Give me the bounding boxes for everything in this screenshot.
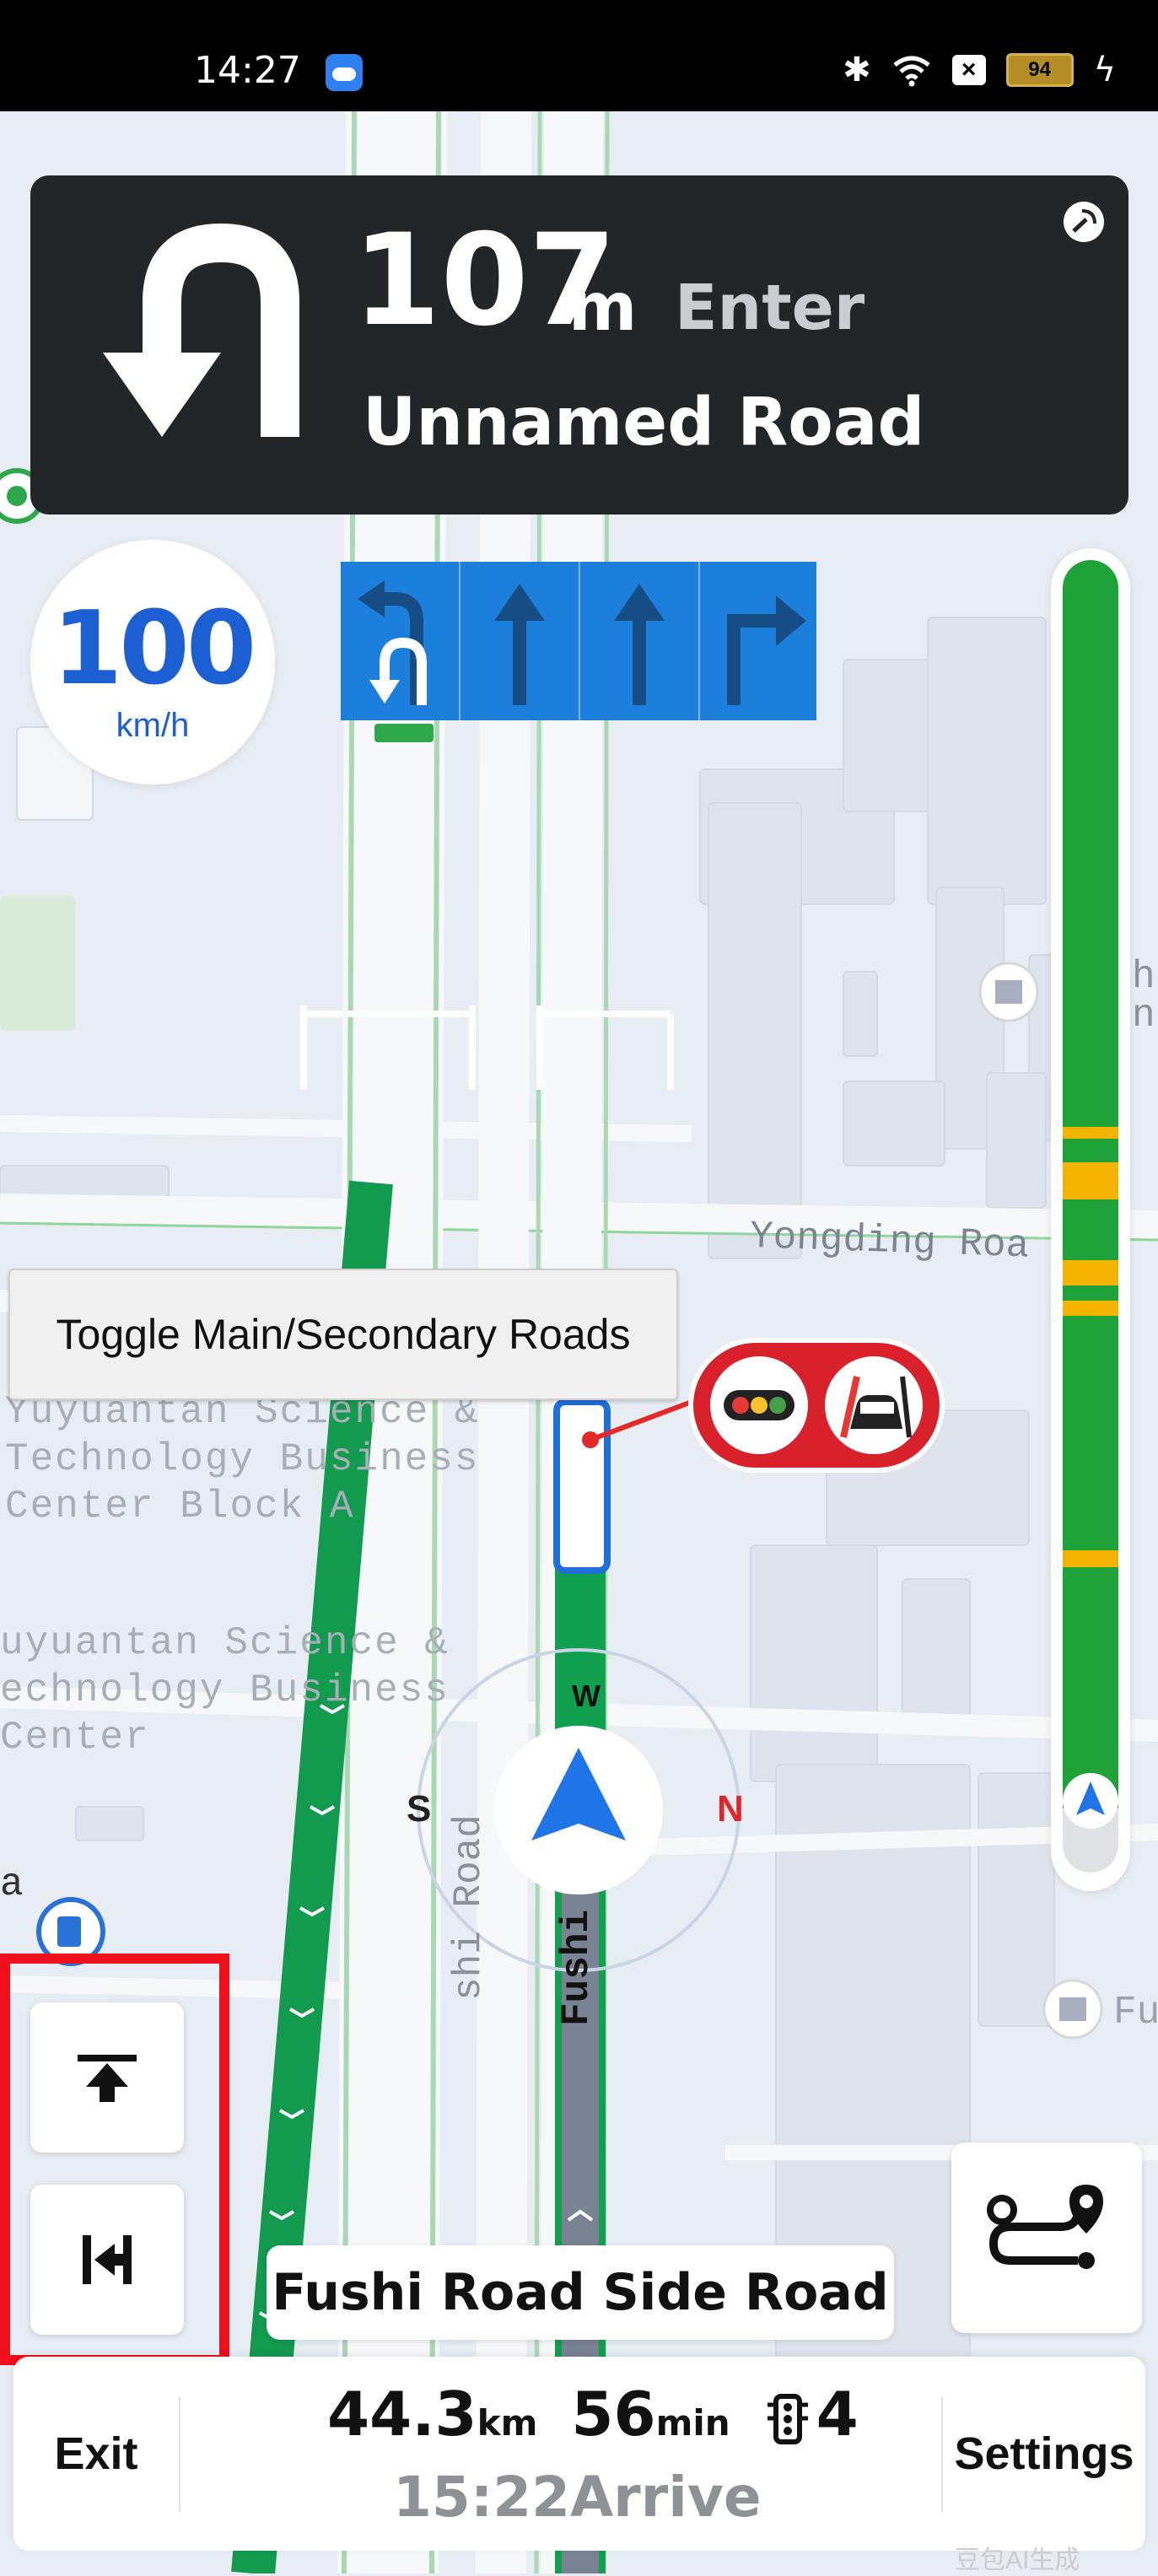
arrival-time: 15:22Arrive — [393, 2465, 762, 2530]
battery-icon: 94 — [1005, 53, 1074, 87]
sim-x-icon: × — [951, 55, 986, 85]
gps-signal-icon — [1064, 202, 1104, 242]
status-bar: 14:27 ✱ × 94 ϟ — [0, 0, 1158, 111]
map-label-h: h — [1132, 955, 1155, 999]
weather-icon — [326, 54, 363, 91]
trip-summary: 44.3 km 56 min 4 — [327, 2379, 859, 2460]
remaining-distance-unit: km — [477, 2402, 538, 2444]
road-label-fushi-vertical: Fushi — [555, 1909, 599, 2026]
route-options-button[interactable] — [951, 2142, 1142, 2333]
overview-up-button[interactable] — [30, 2002, 184, 2153]
map-label-n: n — [1132, 994, 1155, 1037]
maneuver-action: Enter — [675, 272, 865, 344]
route-pin-icon — [987, 2185, 1103, 2269]
map-label-fu: Fu — [1113, 1991, 1158, 2034]
lane-straight-icon — [580, 562, 700, 720]
watermark: 豆包AI生成 — [955, 2546, 1080, 2574]
traffic-alert-bubble[interactable] — [693, 1343, 940, 1468]
traffic-light-count: 4 — [816, 2379, 859, 2449]
speed-limit-value: 100 — [51, 590, 257, 708]
speed-limit-sign: 100 km/h — [30, 540, 275, 784]
toggle-main-secondary-roads-button[interactable]: Toggle Main/Secondary Roads — [8, 1269, 678, 1400]
lane-guidance — [341, 562, 816, 720]
lane-camera-icon — [825, 1356, 923, 1454]
arrow-up-bar-icon — [78, 2055, 137, 2102]
wifi-icon — [893, 56, 930, 87]
road-label-fushi: shi Road — [447, 1814, 491, 2001]
route-traffic-bar — [1051, 548, 1130, 1891]
poi-label-block-a: Yuyuantan Science & Technology Business … — [5, 1390, 480, 1528]
next-road-name: Unnamed Road — [363, 385, 925, 461]
trip-info-bar: Exit 44.3 km 56 min 4 15:22Arrive Settin… — [13, 2357, 1145, 2551]
settings-button[interactable]: Settings — [943, 2357, 1145, 2551]
lane-u-turn-left-icon — [341, 562, 461, 720]
compass-north: N — [717, 1788, 744, 1830]
current-position-icon — [1063, 1773, 1118, 1829]
remaining-time-unit: min — [655, 2402, 730, 2444]
exit-navigation-button[interactable]: Exit — [13, 2357, 179, 2551]
poi-label-center: uyuantan Science & echnology Business Ce… — [0, 1621, 450, 1760]
road-label-a: a — [0, 1862, 24, 1906]
remaining-distance: 44.3 — [327, 2379, 477, 2449]
status-time: 14:27 — [194, 49, 301, 92]
remaining-time: 56 — [571, 2379, 656, 2449]
bluetooth-icon: ✱ — [843, 51, 871, 89]
compass-south: S — [407, 1788, 432, 1830]
lane-straight-icon — [461, 562, 580, 720]
arrow-left-bar-icon — [83, 2235, 132, 2284]
traffic-bar-fill — [1063, 560, 1118, 1808]
compass-west: W — [572, 1679, 601, 1713]
current-road-label: Fushi Road Side Road — [267, 2245, 894, 2340]
traffic-light-count-icon — [767, 2394, 808, 2444]
traffic-light-icon — [710, 1356, 808, 1454]
lane-turn-right-icon — [700, 562, 818, 720]
charging-icon: ϟ — [1093, 51, 1116, 89]
maneuver-distance-unit: m — [568, 270, 638, 346]
speed-limit-unit: km/h — [116, 707, 190, 744]
u-turn-left-icon — [103, 224, 299, 437]
collapse-left-button[interactable] — [30, 2185, 184, 2335]
